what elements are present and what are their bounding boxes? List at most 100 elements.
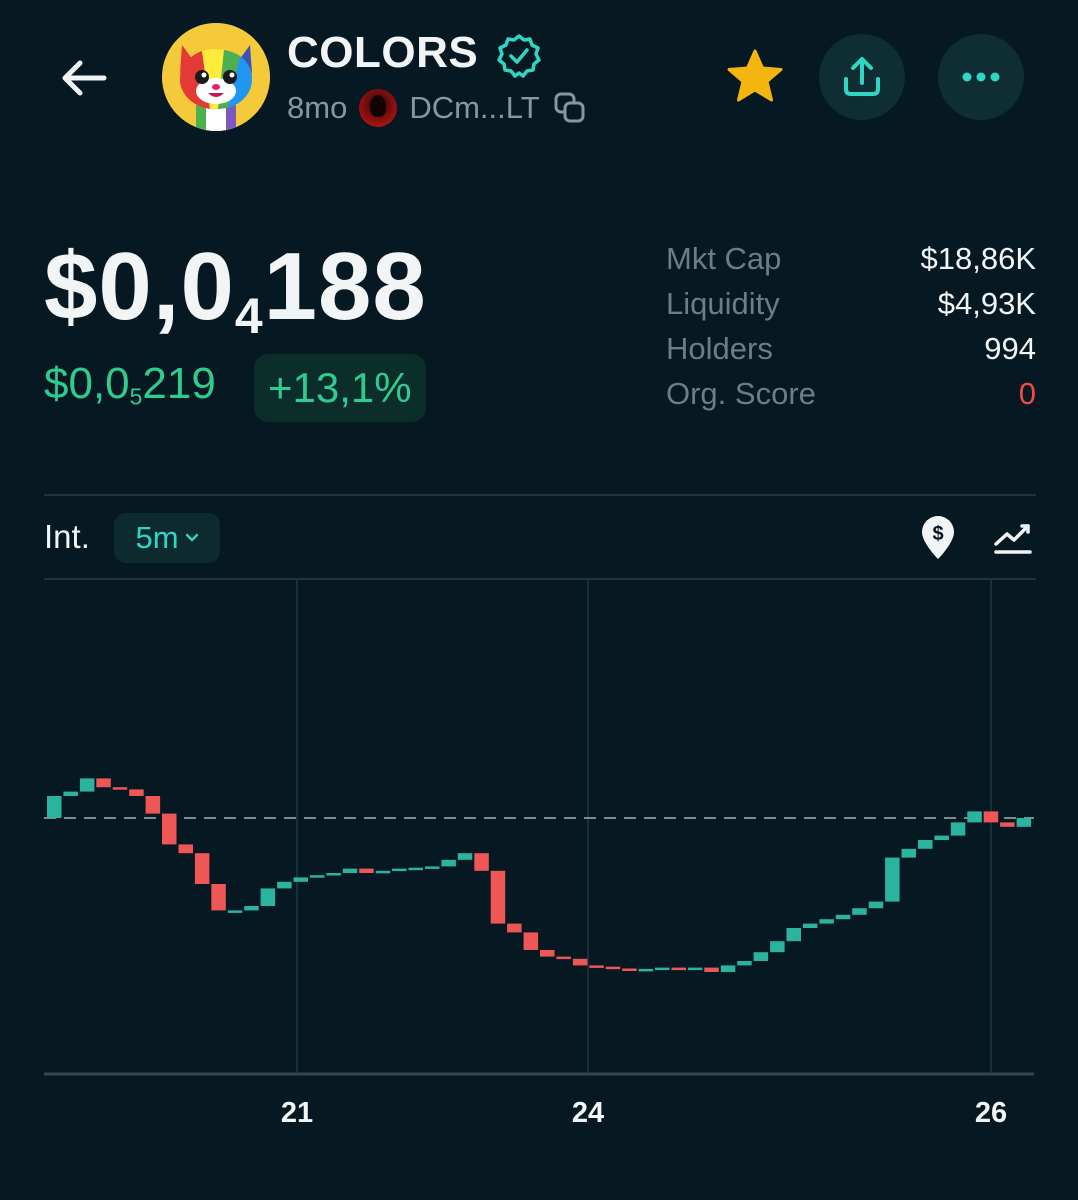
- change-zero-count: 5: [129, 383, 143, 410]
- candle: [490, 870, 506, 924]
- candle: [934, 835, 949, 840]
- verified-badge-icon: [497, 34, 541, 78]
- candle: [589, 965, 604, 968]
- share-button[interactable]: [819, 34, 905, 120]
- stat-row-org-score: Org. Score 0: [666, 371, 1036, 416]
- candle: [655, 967, 670, 971]
- stat-label: Org. Score: [666, 375, 816, 411]
- current-price: $0,04188: [44, 234, 427, 344]
- candle: [770, 941, 785, 953]
- candle: [950, 822, 966, 836]
- stat-label: Mkt Cap: [666, 240, 782, 276]
- candle: [622, 968, 637, 971]
- candles: [47, 778, 1032, 972]
- back-arrow-icon: [62, 60, 107, 96]
- chart-grid: [296, 580, 992, 1074]
- candle: [474, 853, 489, 871]
- candlestick-chart[interactable]: 21 24 26: [0, 580, 1078, 1200]
- candle: [1016, 818, 1032, 827]
- stat-value: $4,93K: [937, 285, 1036, 321]
- candle: [901, 848, 916, 858]
- change-prefix: $0,0: [44, 359, 130, 408]
- stat-row-holders: Holders 994: [666, 326, 1036, 371]
- copy-icon[interactable]: [552, 90, 588, 126]
- token-meta-row: 8mo DCm...LT: [287, 86, 588, 130]
- candle: [556, 956, 571, 960]
- candle: [211, 884, 226, 911]
- candle: [786, 928, 801, 942]
- candle: [408, 867, 423, 871]
- candle: [704, 967, 719, 972]
- candle: [507, 923, 522, 933]
- candle: [342, 868, 358, 873]
- verified-badge: [496, 33, 542, 79]
- stat-value: $18,86K: [920, 240, 1037, 276]
- candle: [178, 844, 193, 854]
- chevron-down-icon: [185, 533, 198, 542]
- candle: [129, 789, 144, 796]
- candle: [293, 877, 308, 882]
- candle: [47, 796, 62, 818]
- candle: [523, 932, 539, 950]
- stat-row-mkt-cap: Mkt Cap $18,86K: [666, 236, 1036, 281]
- candle: [1000, 822, 1015, 827]
- candle: [375, 870, 391, 874]
- price-marker-button[interactable]: $: [917, 515, 959, 561]
- candle: [79, 778, 95, 792]
- price-change-percent: +13,1%: [254, 354, 426, 422]
- candle: [145, 796, 161, 814]
- candle: [162, 813, 177, 845]
- creator-address[interactable]: DCm...LT: [409, 90, 539, 126]
- x-tick-label: 24: [572, 1097, 604, 1129]
- token-stats: Mkt Cap $18,86K Liquidity $4,93K Holders…: [666, 236, 1036, 416]
- candle: [819, 919, 834, 924]
- candle: [572, 958, 588, 966]
- token-name: COLORS: [287, 28, 479, 77]
- candle: [425, 866, 440, 869]
- candle: [326, 873, 341, 876]
- candle: [983, 811, 999, 823]
- candle: [967, 811, 982, 823]
- x-tick-label: 26: [975, 1097, 1007, 1129]
- price-zero-count: 4: [234, 287, 264, 344]
- share-icon: [844, 57, 880, 96]
- more-options-button[interactable]: [938, 34, 1024, 120]
- change-digits: 219: [142, 359, 216, 408]
- candle: [63, 791, 78, 796]
- candle: [737, 961, 752, 966]
- rainbow-cat-logo: [162, 23, 270, 131]
- chart-type-button[interactable]: [992, 518, 1034, 558]
- candle: [687, 967, 703, 971]
- candle: [260, 888, 276, 906]
- candle: [918, 840, 933, 849]
- candle: [112, 787, 128, 790]
- x-tick-label: 21: [281, 1097, 313, 1129]
- candle: [802, 923, 818, 928]
- candle: [277, 881, 292, 889]
- candle: [457, 853, 473, 860]
- x-axis-ticks: 21 24 26: [281, 1097, 1007, 1129]
- candle: [244, 906, 259, 911]
- interval-value: 5m: [135, 520, 179, 555]
- candle: [671, 967, 686, 971]
- candle: [835, 914, 851, 920]
- candle: [540, 950, 555, 957]
- candle: [753, 952, 769, 961]
- token-avatar: [162, 23, 270, 131]
- candle: [868, 901, 884, 909]
- candle: [441, 859, 456, 867]
- creator-avatar: [359, 89, 398, 127]
- back-button[interactable]: [52, 48, 116, 108]
- candle: [194, 853, 210, 884]
- interval-selector[interactable]: 5m: [114, 513, 220, 563]
- candle: [885, 857, 900, 902]
- dollar-pin-icon: $: [922, 516, 954, 559]
- stat-label: Holders: [666, 330, 773, 366]
- svg-text:$: $: [932, 523, 943, 545]
- price-change-absolute: $0,05219: [44, 359, 216, 410]
- token-age: 8mo: [287, 90, 348, 125]
- favorite-button[interactable]: [722, 44, 788, 110]
- stat-label: Liquidity: [666, 285, 780, 321]
- stat-row-liquidity: Liquidity $4,93K: [666, 281, 1036, 326]
- price-digits: 188: [263, 233, 427, 340]
